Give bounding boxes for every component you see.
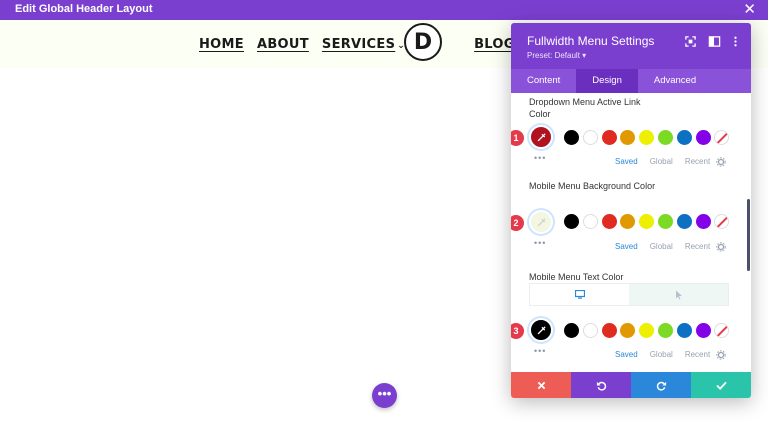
eyedropper-icon <box>537 325 546 334</box>
panel-tabs: Content Design Advanced <box>511 69 751 93</box>
color-swatch[interactable] <box>639 130 655 145</box>
palette-tab-recent[interactable]: Recent <box>685 157 710 166</box>
undo-icon <box>596 381 606 391</box>
color-swatch[interactable] <box>601 214 617 229</box>
menu-nav: HOME ABOUT SERVICES⌄ BLOG C <box>199 35 551 53</box>
color-swatch[interactable] <box>564 214 579 229</box>
nav-item-services-label: SERVICES <box>321 36 396 52</box>
swatch-row-2 <box>564 214 733 229</box>
palette-tab-saved[interactable]: Saved <box>615 350 638 359</box>
nav-item-about[interactable]: ABOUT <box>257 37 309 52</box>
top-bar: Edit Global Header Layout ✕ <box>0 0 768 20</box>
more-colors-icon[interactable]: ••• <box>534 238 546 248</box>
panel-header: Fullwidth Menu Settings Preset: Default … <box>511 23 751 69</box>
builder-canvas: Edit Global Header Layout ✕ HOME ABOUT S… <box>0 0 768 422</box>
color-swatch[interactable] <box>657 130 673 145</box>
color-swatch[interactable] <box>695 214 711 229</box>
palette-tab-global[interactable]: Global <box>650 242 673 251</box>
color-picker-dropdown-active-link[interactable] <box>529 125 553 149</box>
color-swatch[interactable] <box>582 323 598 338</box>
settings-panel: Fullwidth Menu Settings Preset: Default … <box>511 23 751 398</box>
no-color-swatch[interactable] <box>714 323 730 338</box>
close-icon[interactable]: ✕ <box>743 1 756 18</box>
palette-tab-global[interactable]: Global <box>650 157 673 166</box>
color-swatch[interactable] <box>657 214 673 229</box>
color-swatch[interactable] <box>676 130 692 145</box>
gear-icon[interactable] <box>716 242 726 252</box>
panel-title: Fullwidth Menu Settings <box>527 34 655 48</box>
hover-state-option[interactable] <box>629 284 728 305</box>
tab-advanced[interactable]: Advanced <box>638 69 712 93</box>
nav-item-blog[interactable]: BLOG <box>474 37 515 52</box>
gear-icon[interactable] <box>716 350 726 360</box>
nav-item-home[interactable]: HOME <box>199 37 244 52</box>
palette-tab-saved[interactable]: Saved <box>615 157 638 166</box>
color-swatch[interactable] <box>695 130 711 145</box>
color-swatch[interactable] <box>676 214 692 229</box>
section-label-mobile-menu-background-color: Mobile Menu Background Color <box>529 181 656 191</box>
swatch-row-1 <box>564 130 733 145</box>
logo[interactable]: D <box>404 23 442 61</box>
color-swatch[interactable] <box>582 130 598 145</box>
color-swatch[interactable] <box>601 130 617 145</box>
color-swatch[interactable] <box>620 323 636 338</box>
palette-tab-saved[interactable]: Saved <box>615 242 638 251</box>
preset-dropdown[interactable]: Preset: Default ▾ <box>527 51 586 60</box>
color-swatch[interactable] <box>620 130 636 145</box>
palette-tabs-2: Saved Global Recent <box>615 242 710 251</box>
color-swatch[interactable] <box>695 323 711 338</box>
swatch-row-3 <box>564 323 733 338</box>
cancel-button[interactable] <box>511 372 571 398</box>
tab-content[interactable]: Content <box>511 69 576 93</box>
color-swatch[interactable] <box>676 323 692 338</box>
color-picker-mobile-menu-text[interactable] <box>529 318 553 342</box>
cursor-icon <box>675 290 682 299</box>
step-badge-3: 3 <box>511 323 524 339</box>
eyedropper-icon <box>537 217 546 226</box>
expand-icon[interactable] <box>684 35 697 48</box>
palette-tab-global[interactable]: Global <box>650 350 673 359</box>
color-swatch[interactable] <box>564 323 579 338</box>
more-colors-icon[interactable]: ••• <box>534 346 546 356</box>
undo-button[interactable] <box>571 372 631 398</box>
no-color-swatch[interactable] <box>714 130 730 145</box>
redo-button[interactable] <box>631 372 691 398</box>
nav-item-services[interactable]: SERVICES ⌄ <box>322 37 405 52</box>
palette-tab-recent[interactable]: Recent <box>685 350 710 359</box>
palette-tabs-1: Saved Global Recent <box>615 157 710 166</box>
color-swatch[interactable] <box>657 323 673 338</box>
panel-body: Dropdown Menu Active Link Color 1 ••• Sa… <box>511 93 751 372</box>
palette-tab-recent[interactable]: Recent <box>685 242 710 251</box>
color-swatch[interactable] <box>639 323 655 338</box>
panel-scrollbar[interactable] <box>747 199 750 271</box>
tab-design[interactable]: Design <box>576 69 638 93</box>
desktop-icon <box>574 290 585 299</box>
color-swatch[interactable] <box>639 214 655 229</box>
close-icon <box>537 381 545 389</box>
panel-footer <box>511 372 751 398</box>
section-label-dropdown-active-link-color: Dropdown Menu Active Link Color <box>529 97 641 119</box>
redo-icon <box>656 381 666 391</box>
section-label-mobile-menu-text-color: Mobile Menu Text Color <box>529 272 624 282</box>
palette-tabs-3: Saved Global Recent <box>615 350 710 359</box>
desktop-view-option[interactable] <box>530 284 629 305</box>
color-swatch[interactable] <box>620 214 636 229</box>
save-button[interactable] <box>691 372 751 398</box>
more-colors-icon[interactable]: ••• <box>534 153 546 163</box>
layout-title: Edit Global Header Layout <box>15 3 153 15</box>
no-color-swatch[interactable] <box>714 214 730 229</box>
split-view-icon[interactable] <box>708 35 721 48</box>
more-options-button[interactable]: ••• <box>372 383 397 408</box>
gear-icon[interactable] <box>716 157 726 167</box>
step-badge-1: 1 <box>511 130 524 146</box>
check-icon <box>715 381 727 390</box>
color-swatch[interactable] <box>564 130 579 145</box>
step-badge-2: 2 <box>511 215 524 231</box>
eyedropper-icon <box>537 132 546 141</box>
color-swatch[interactable] <box>601 323 617 338</box>
device-toggle <box>529 283 729 306</box>
more-vertical-icon[interactable] <box>729 35 742 48</box>
color-swatch[interactable] <box>582 214 598 229</box>
color-picker-mobile-menu-background[interactable] <box>529 210 553 234</box>
